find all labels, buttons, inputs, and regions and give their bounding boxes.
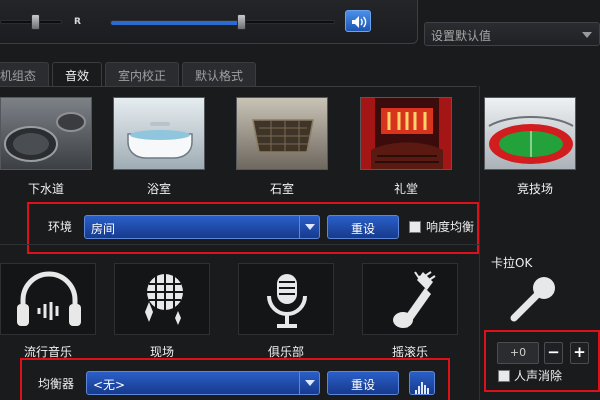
karaoke-minus-button[interactable]: − (544, 342, 563, 364)
env-tile-sewer[interactable] (0, 97, 92, 170)
guitar-icon (393, 271, 436, 328)
default-settings-select[interactable]: 设置默认值 (424, 22, 600, 46)
balance-right-label: R (74, 17, 81, 27)
tab-effects[interactable]: 音效 (52, 62, 103, 86)
section-divider (0, 244, 480, 245)
env-tile-stadium[interactable] (484, 97, 576, 170)
chevron-down-icon (299, 216, 319, 238)
disco-ball-icon (145, 274, 183, 325)
equalizer-icon (415, 382, 429, 394)
env-tile-bathroom[interactable] (113, 97, 205, 170)
bathtub-icon (114, 98, 204, 169)
tab-room-correction[interactable]: 室内校正 (105, 62, 180, 86)
env-label-sewer: 下水道 (27, 182, 64, 196)
karaoke-plus-button[interactable]: + (570, 342, 589, 364)
karaoke-value: +0 (509, 346, 527, 359)
tab-speaker-config[interactable]: 机组态 (0, 62, 50, 86)
chevron-down-icon (582, 32, 592, 38)
equalizer-settings-button[interactable] (409, 371, 435, 395)
environment-select[interactable]: 房间 (84, 215, 320, 239)
vertical-divider (479, 86, 480, 400)
genre-tile-club[interactable] (238, 263, 334, 335)
env-label-auditorium: 礼堂 (393, 182, 418, 196)
environment-reset-button[interactable]: 重设 (327, 215, 399, 239)
chevron-down-icon (299, 372, 319, 394)
genre-tile-pop[interactable] (0, 263, 96, 335)
volume-slider-fill (111, 21, 239, 25)
karaoke-mic-icon (510, 277, 555, 322)
minus-icon: − (547, 343, 560, 361)
sewer-icon (1, 98, 91, 169)
loudness-label: 响度均衡 (426, 220, 475, 234)
equalizer-select[interactable]: <无> (86, 371, 320, 395)
environment-reset-label: 重设 (350, 222, 375, 236)
env-tile-stone-room[interactable] (236, 97, 328, 170)
default-settings-value: 设置默认值 (431, 29, 492, 43)
karaoke-tile[interactable] (500, 272, 570, 324)
env-label-bathroom: 浴室 (146, 182, 171, 196)
stone-room-icon (237, 98, 327, 169)
karaoke-title: 卡拉OK (491, 256, 533, 270)
equalizer-select-value: <无> (93, 378, 126, 392)
env-label-stone-room: 石室 (269, 182, 294, 196)
stadium-icon (485, 98, 575, 169)
microphone-icon (267, 274, 307, 328)
tab-effects-label: 音效 (65, 69, 90, 83)
equalizer-reset-button[interactable]: 重设 (327, 371, 399, 395)
top-controls-panel: R (0, 0, 418, 44)
tab-default-format[interactable]: 默认格式 (182, 62, 257, 86)
karaoke-value-field[interactable]: +0 (497, 342, 539, 364)
balance-slider-thumb[interactable] (31, 14, 40, 30)
tab-default-format-label: 默认格式 (195, 69, 244, 83)
environment-label: 环境 (48, 220, 73, 234)
tab-room-correction-label: 室内校正 (118, 69, 167, 83)
env-tile-auditorium[interactable] (360, 97, 452, 170)
genre-tile-live[interactable] (114, 263, 210, 335)
auditorium-icon (361, 98, 451, 169)
voice-cancel-checkbox[interactable] (498, 370, 510, 382)
tab-bar: 机组态 音效 室内校正 默认格式 (0, 62, 259, 86)
loudness-checkbox[interactable] (409, 221, 421, 233)
equalizer-label: 均衡器 (38, 377, 75, 391)
tab-speaker-config-label: 机组态 (0, 69, 37, 83)
tab-divider (0, 86, 477, 87)
speaker-icon (352, 16, 367, 28)
voice-cancel-label: 人声消除 (514, 369, 563, 383)
equalizer-reset-label: 重设 (350, 378, 375, 392)
mute-button[interactable] (345, 10, 371, 32)
genre-tile-rock[interactable] (362, 263, 458, 335)
headphones-icon (17, 271, 81, 326)
plus-icon: + (573, 343, 586, 361)
volume-slider-thumb[interactable] (237, 14, 246, 30)
environment-select-value: 房间 (91, 222, 116, 236)
env-label-stadium: 竞技场 (516, 182, 553, 196)
